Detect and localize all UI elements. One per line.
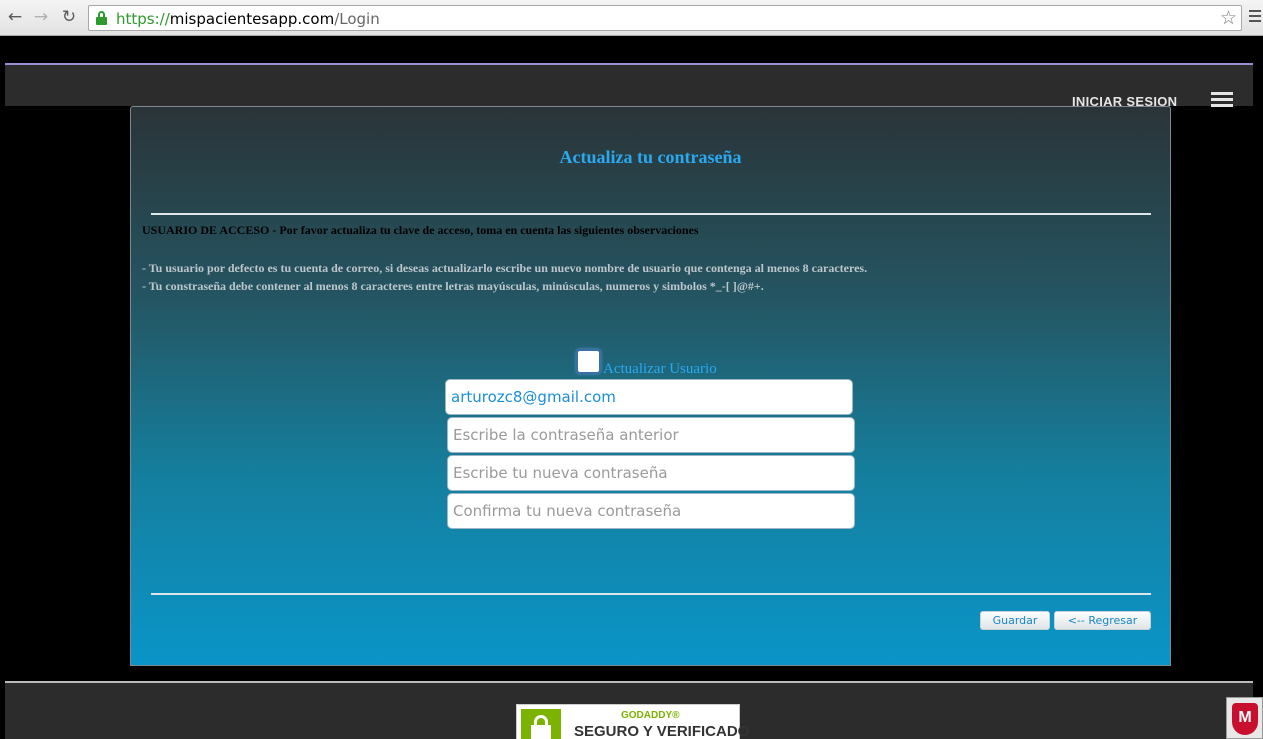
new-password-input[interactable]	[447, 455, 855, 491]
observations: - Tu usuario por defecto es tu cuenta de…	[142, 259, 867, 295]
save-button[interactable]: Guardar	[980, 611, 1050, 630]
seal-text: SEGURO Y VERIFICADO	[574, 723, 750, 739]
site-header: INICIAR SESION	[5, 63, 1253, 109]
update-password-panel: Actualiza tu contraseña USUARIO DE ACCES…	[130, 106, 1171, 666]
browser-menu-icon[interactable]	[1249, 10, 1261, 25]
update-user-checkbox[interactable]	[576, 349, 601, 374]
back-button[interactable]: <-- Regresar	[1054, 611, 1151, 630]
note-username: - Tu usuario por defecto es tu cuenta de…	[142, 261, 868, 275]
old-password-input[interactable]	[447, 417, 855, 453]
padlock-icon	[521, 709, 561, 739]
godaddy-seal[interactable]: GODADDY® SEGURO Y VERIFICADO	[516, 704, 749, 739]
site-footer: GODADDY® SEGURO Y VERIFICADO	[5, 681, 1253, 739]
bookmark-star-icon[interactable]: ☆	[1220, 7, 1237, 29]
divider-bottom	[151, 593, 1151, 595]
divider-top	[151, 213, 1151, 215]
mcafee-badge[interactable]: M	[1226, 697, 1263, 739]
url-text: https://mispacientesapp.com/Login	[116, 10, 380, 28]
forward-arrow-icon[interactable]: →	[31, 7, 51, 27]
reload-icon[interactable]: ↻	[59, 7, 79, 27]
lock-icon	[96, 11, 107, 25]
confirm-password-input[interactable]	[447, 493, 855, 529]
seal-brand: GODADDY®	[621, 710, 680, 721]
note-password: - Tu constraseña debe contener al menos …	[142, 279, 764, 293]
username-input[interactable]	[445, 379, 853, 415]
back-arrow-icon[interactable]: ←	[5, 7, 25, 27]
address-bar[interactable]: https://mispacientesapp.com/Login ☆	[88, 5, 1242, 31]
hamburger-menu-icon[interactable]	[1211, 92, 1233, 110]
panel-title: Actualiza tu contraseña	[559, 147, 742, 167]
intro-text: USUARIO DE ACCESO - Por favor actualiza …	[142, 223, 699, 237]
mcafee-shield-icon: M	[1232, 703, 1258, 735]
browser-toolbar: ← → ↻ https://mispacientesapp.com/Login …	[0, 0, 1263, 36]
update-user-label[interactable]: Actualizar Usuario	[603, 361, 717, 378]
